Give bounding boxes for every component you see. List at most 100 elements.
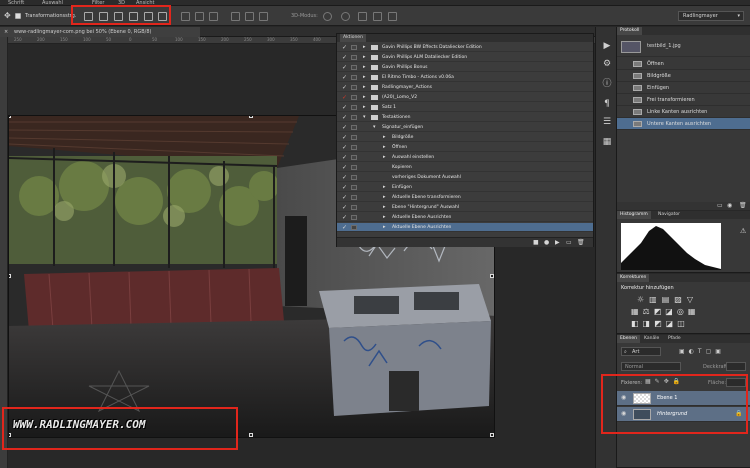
clone-source-icon[interactable]: ▦ [601,137,613,147]
action-row[interactable]: ✓ ▸ Öffnen [337,143,593,152]
distribute-left-icon[interactable] [231,12,240,21]
distribute-hcenter-icon[interactable] [245,12,254,21]
expand-toggle-icon[interactable]: ▸ [363,73,366,82]
properties-icon[interactable]: ☰ [601,117,613,127]
expand-toggle-icon[interactable]: ▸ [363,43,366,52]
action-row[interactable]: ✓ ▸ Gavin Phillips BW Effects Dataliecker … [337,43,593,52]
histogram-tab[interactable]: Histogramm [617,211,651,219]
check-icon[interactable]: ✓ [342,183,347,192]
dialog-toggle[interactable] [351,175,357,180]
transform-handle[interactable] [249,116,253,118]
dialog-toggle[interactable] [351,205,357,210]
check-icon[interactable]: ✓ [342,43,347,52]
paths-tab[interactable]: Pfade [665,335,684,343]
action-row[interactable]: ✓ ▸ Gavin Phillips ALM Dataliecker Edition [337,53,593,62]
check-icon[interactable]: ✓ [342,163,347,172]
dialog-toggle[interactable] [351,125,357,130]
action-row[interactable]: ✓ ▸ Aktuelle Ebene Ausrichten [337,223,593,232]
action-row[interactable]: ✓ ▸ Satz 1 [337,103,593,112]
3d-scale-icon[interactable] [388,12,397,21]
check-icon[interactable]: ✓ [342,133,347,142]
layer-filter-select[interactable]: ⌕ Art [621,347,661,356]
info-icon[interactable]: ⓘ [601,79,613,89]
expand-toggle-icon[interactable]: ▾ [363,113,366,122]
trash-icon[interactable]: 🗑 [739,202,747,209]
action-row[interactable]: ✓ ▾ Testaktionen [337,113,593,122]
expand-toggle-icon[interactable]: ▾ [373,123,376,132]
adjustment-icons-row-3[interactable]: ◧◨◩◪◫ [631,319,689,328]
expand-toggle-icon[interactable]: ▸ [383,223,386,232]
transform-handle[interactable] [490,274,494,278]
action-row[interactable]: ✓ ▸ Aktuelle Ebene transformieren [337,193,593,202]
action-row[interactable]: ✓ ▸ El Ritmo Timbo - Actions v0.06a [337,73,593,82]
expand-toggle-icon[interactable]: ▸ [383,183,386,192]
expand-toggle-icon[interactable]: ▸ [383,193,386,202]
move-tool-icon[interactable]: ✥ [4,11,13,20]
history-item[interactable]: Öffnen [617,58,750,70]
action-row[interactable]: ✓ ▸ Ebene "Hintergrund" Auswahl [337,203,593,212]
action-row[interactable]: ✓ ▾ Signatur_einfügen [337,123,593,132]
history-item[interactable]: Bildgröße [617,70,750,82]
dialog-toggle[interactable] [351,105,357,110]
expand-toggle-icon[interactable]: ▸ [383,133,386,142]
transform-handle[interactable] [9,116,11,118]
document-tab[interactable]: www-radlingmayer-com.png bei 50% (Ebene … [0,27,200,37]
expand-toggle-icon[interactable]: ▸ [383,213,386,222]
action-row[interactable]: ✓ ▸ (A20)_Lomo_V2 [337,93,593,102]
check-icon[interactable]: ✓ [342,103,347,112]
dialog-toggle[interactable] [351,155,357,160]
play-action-icon[interactable]: ▶ [601,41,613,51]
check-icon[interactable]: ✓ [342,83,347,92]
distribute-top-icon[interactable] [181,12,190,21]
warning-icon[interactable]: ⚠ [740,227,746,235]
expand-toggle-icon[interactable]: ▸ [363,63,366,72]
check-icon[interactable]: ✓ [342,73,347,82]
history-tab[interactable]: Protokoll [617,27,643,35]
record-icon[interactable]: ● [544,239,549,246]
dialog-toggle[interactable] [351,95,357,100]
expand-toggle-icon[interactable]: ▸ [363,53,366,62]
check-icon[interactable]: ✓ [342,113,347,122]
check-icon[interactable]: ✓ [342,173,347,182]
action-row[interactable]: ✓ ▸ Einfügen [337,183,593,192]
action-row[interactable]: ✓ Kopieren [337,163,593,172]
adjustment-icons-row-1[interactable]: ☼▥▤▨▽ [637,295,698,304]
action-row[interactable]: ✓ ▸ Radlingmayer_Actions [337,83,593,92]
expand-toggle-icon[interactable]: ▸ [363,93,366,102]
transform-handle[interactable] [249,433,253,437]
trash-icon[interactable]: 🗑 [577,239,585,246]
check-icon[interactable]: ✓ [342,123,347,132]
transform-checkbox[interactable] [15,13,21,19]
dialog-toggle[interactable] [351,115,357,120]
check-icon[interactable]: ✓ [342,143,347,152]
action-row[interactable]: ✓ ▸ Gavin Phillips Bonus [337,63,593,72]
adjustment-icons-row-2[interactable]: ▦⚖◩◪◎▦ [631,307,699,316]
distribute-right-icon[interactable] [259,12,268,21]
history-item[interactable]: Linke Kanten ausrichten [617,106,750,118]
layers-tab[interactable]: Ebenen [617,335,640,343]
action-row[interactable]: ✓ ▸ Bildgröße [337,133,593,142]
stop-icon[interactable]: ■ [533,239,539,246]
dialog-toggle[interactable] [351,85,357,90]
expand-toggle-icon[interactable]: ▸ [383,203,386,212]
dialog-toggle[interactable] [351,75,357,80]
dialog-toggle[interactable] [351,195,357,200]
check-icon[interactable]: ✓ [342,53,347,62]
actions-tab[interactable]: Aktionen [340,34,366,42]
check-icon[interactable]: ✓ [342,193,347,202]
distribute-bottom-icon[interactable] [209,12,218,21]
expand-toggle-icon[interactable]: ▸ [363,83,366,92]
dialog-toggle[interactable] [351,145,357,150]
dialog-toggle[interactable] [351,185,357,190]
transform-handle[interactable] [490,433,494,437]
channels-tab[interactable]: Kanäle [641,335,662,343]
new-document-icon[interactable]: ▭ [717,202,723,209]
navigator-tab[interactable]: Navigator [655,211,683,219]
dialog-toggle[interactable] [351,215,357,220]
layer-filter-icons[interactable]: ▣◐T▢▣ [679,348,725,355]
3d-slide-icon[interactable] [373,12,382,21]
action-row[interactable]: ✓ vorheriges Dokument Auswahl [337,173,593,182]
history-item[interactable]: Einfügen [617,82,750,94]
expand-toggle-icon[interactable]: ▸ [363,103,366,112]
expand-toggle-icon[interactable]: ▸ [383,143,386,152]
